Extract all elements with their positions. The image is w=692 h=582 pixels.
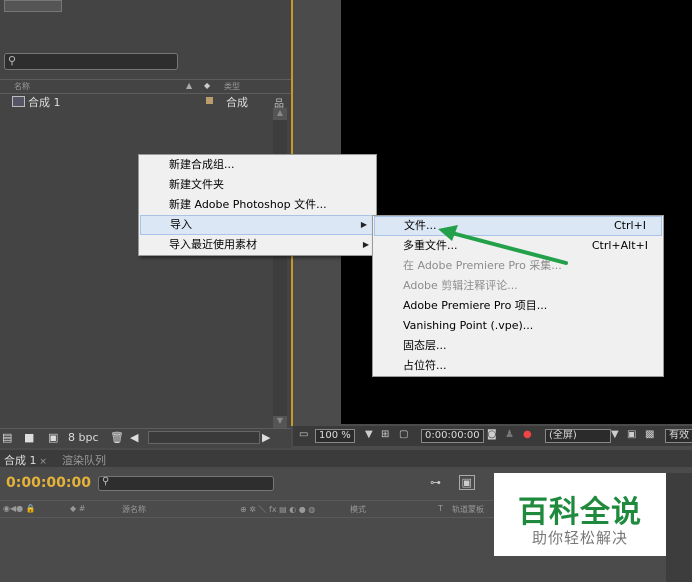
timeline-right-strip <box>666 473 692 582</box>
watermark-logo: 百科全说 助你轻松解决 <box>494 473 666 556</box>
watermark-subtitle: 助你轻松解决 <box>531 529 628 547</box>
watermark-title: 百科全说 <box>518 495 642 530</box>
